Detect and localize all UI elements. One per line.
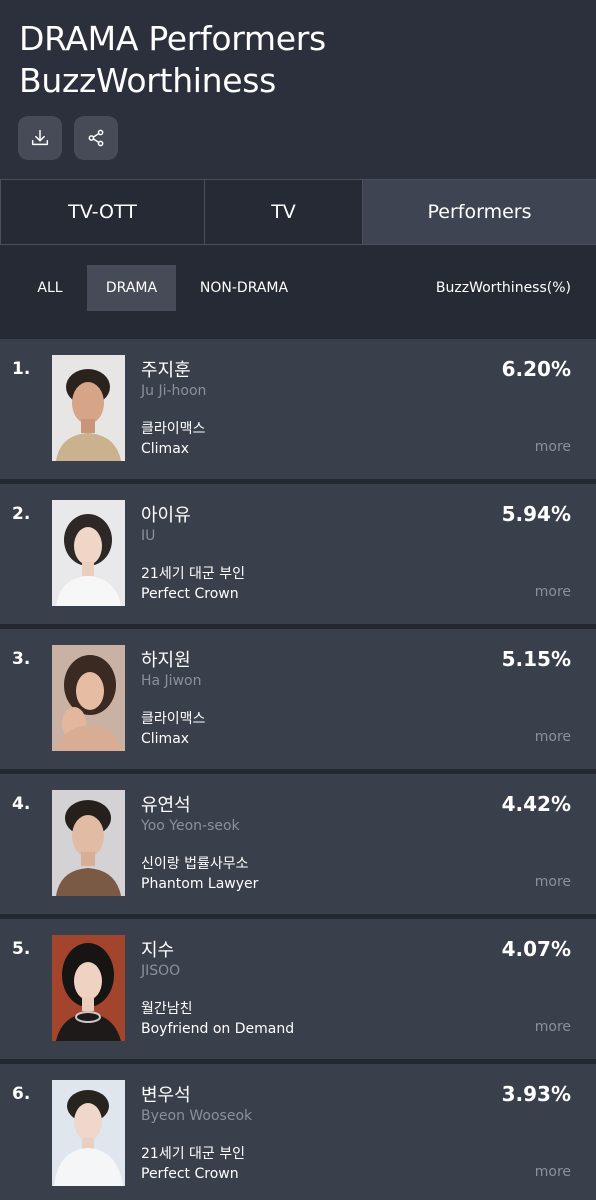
buzz-percentage: 4.42% <box>501 792 571 816</box>
rank-number: 2. <box>12 504 31 524</box>
rank-number: 6. <box>12 1084 31 1104</box>
share-icon <box>88 129 104 147</box>
tab-performers[interactable]: Performers <box>363 180 596 244</box>
more-link[interactable]: more <box>535 584 571 600</box>
buzz-percentage: 5.94% <box>501 502 571 526</box>
show-title-ko: 신이랑 법률사무소 <box>141 856 249 872</box>
rank-number: 4. <box>12 794 31 814</box>
performer-name-ko: 아이유 <box>141 505 191 526</box>
page-header: DRAMA Performers BuzzWorthiness <box>0 0 596 180</box>
buzz-percentage: 3.93% <box>501 1082 571 1106</box>
rank-number: 1. <box>12 359 31 379</box>
performer-name-en: JISOO <box>141 963 181 979</box>
performer-name-ko: 하지원 <box>141 650 191 671</box>
category-tabs: TV-OTT TV Performers <box>0 179 596 245</box>
show-title-en: Phantom Lawyer <box>141 876 259 892</box>
buzz-percentage: 4.07% <box>501 937 571 961</box>
performer-photo <box>52 500 125 606</box>
performer-name-en: Ju Ji-hoon <box>141 383 207 399</box>
more-link[interactable]: more <box>535 1019 571 1035</box>
performer-name-ko: 지수 <box>141 940 175 961</box>
buzz-percentage: 6.20% <box>501 357 571 381</box>
page-title: DRAMA Performers BuzzWorthiness <box>19 18 579 102</box>
show-title-ko: 클라이맥스 <box>141 711 206 727</box>
show-title-en: Climax <box>141 731 190 747</box>
more-link[interactable]: more <box>535 729 571 745</box>
show-title-ko: 클라이맥스 <box>141 421 206 437</box>
tab-tv-ott[interactable]: TV-OTT <box>0 180 205 244</box>
metric-column-label: BuzzWorthiness(%) <box>435 280 571 296</box>
performer-name-en: IU <box>141 528 156 544</box>
rank-number: 5. <box>12 939 31 959</box>
performer-photo <box>52 935 125 1041</box>
page-title-line-1: DRAMA Performers <box>19 19 326 58</box>
show-title-ko: 21세기 대군 부인 <box>141 1146 245 1162</box>
filter-bar: ALL DRAMA NON-DRAMA BuzzWorthiness(%) <box>0 245 596 339</box>
show-title-en: Boyfriend on Demand <box>141 1021 295 1037</box>
more-link[interactable]: more <box>535 874 571 890</box>
ranking-row[interactable]: 3. 하지원 Ha Jiwon 클라이맥스 Climax 5.15% more <box>0 629 596 769</box>
performer-name-en: Ha Jiwon <box>141 673 202 689</box>
show-title-ko: 월간남친 <box>141 1001 193 1017</box>
ranking-row[interactable]: 6. 변우석 Byeon Wooseok 21세기 대군 부인 Perfect … <box>0 1064 596 1200</box>
buzz-percentage: 5.15% <box>501 647 571 671</box>
filter-non-drama[interactable]: NON-DRAMA <box>190 265 298 311</box>
filter-all[interactable]: ALL <box>26 265 74 311</box>
ranking-row[interactable]: 5. 지수 JISOO 월간남친 Boyfriend on Demand 4.0… <box>0 919 596 1059</box>
performer-photo <box>52 355 125 461</box>
performer-name-ko: 유연석 <box>141 795 191 816</box>
page-title-line-2: BuzzWorthiness <box>19 61 277 100</box>
filter-drama[interactable]: DRAMA <box>87 265 176 311</box>
show-title-en: Climax <box>141 441 190 457</box>
share-button[interactable] <box>74 116 118 160</box>
performer-photo <box>52 1080 125 1186</box>
show-title-en: Perfect Crown <box>141 586 239 602</box>
ranking-row[interactable]: 2. 아이유 IU 21세기 대군 부인 Perfect Crown 5.94%… <box>0 484 596 624</box>
download-button[interactable] <box>18 116 62 160</box>
ranking-row[interactable]: 1. 주지훈 Ju Ji-hoon 클라이맥스 Climax 6.20% mor… <box>0 339 596 479</box>
performer-photo <box>52 645 125 751</box>
more-link[interactable]: more <box>535 439 571 455</box>
tab-tv[interactable]: TV <box>205 180 363 244</box>
ranking-row[interactable]: 4. 유연석 Yoo Yeon-seok 신이랑 법률사무소 Phantom L… <box>0 774 596 914</box>
performer-name-en: Byeon Wooseok <box>141 1108 253 1124</box>
rank-number: 3. <box>12 649 31 669</box>
performer-photo <box>52 790 125 896</box>
show-title-ko: 21세기 대군 부인 <box>141 566 245 582</box>
more-link[interactable]: more <box>535 1164 571 1180</box>
performer-name-ko: 변우석 <box>141 1085 191 1106</box>
show-title-en: Perfect Crown <box>141 1166 239 1182</box>
performer-name-en: Yoo Yeon-seok <box>141 818 240 834</box>
download-icon <box>31 129 49 146</box>
performer-name-ko: 주지훈 <box>141 360 191 381</box>
